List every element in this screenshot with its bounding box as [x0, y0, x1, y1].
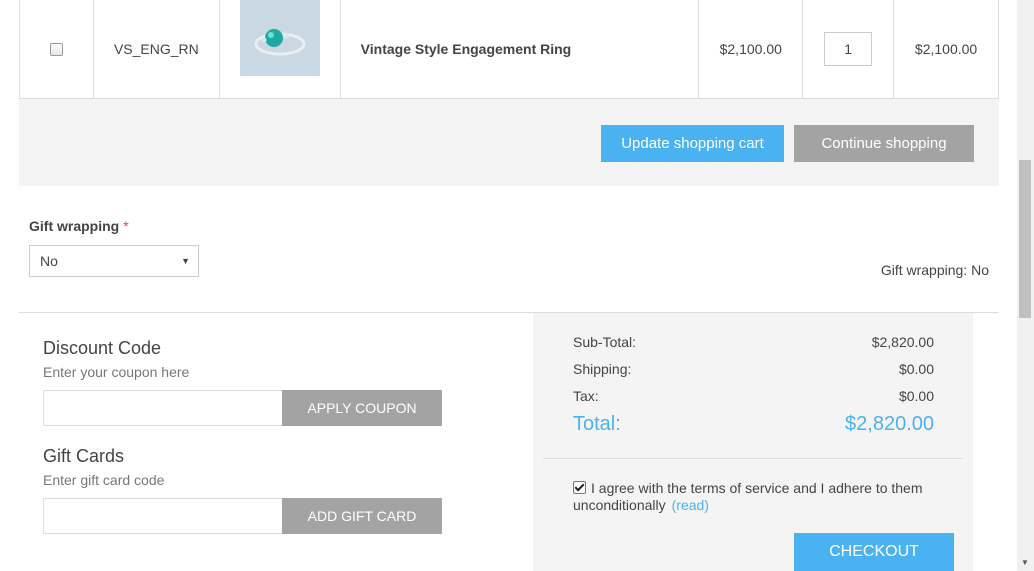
item-subtotal: $2,100.00: [914, 41, 978, 57]
shipping-row: Shipping: $0.00: [573, 361, 934, 377]
unit-price: $2,100.00: [699, 0, 804, 98]
scrollbar-thumb[interactable]: [1019, 160, 1031, 318]
tax-value: $0.00: [898, 388, 934, 404]
shipping-label: Shipping:: [573, 361, 632, 377]
gift-wrapping-label-text: Gift wrapping: [29, 218, 120, 234]
gift-wrapping-label: Gift wrapping *: [29, 218, 129, 234]
giftcard-hint: Enter gift card code: [43, 472, 165, 488]
discount-hint: Enter your coupon here: [43, 364, 190, 380]
sku-cell: VS_ENG_RN: [94, 0, 220, 98]
checkout-button[interactable]: CHECKOUT: [794, 533, 954, 571]
giftcard-title: Gift Cards: [43, 446, 125, 466]
add-giftcard-button[interactable]: ADD GIFT CARD: [282, 498, 442, 534]
terms-text: I agree with the terms of service and I …: [573, 480, 923, 513]
product-image-cell: [220, 0, 341, 98]
ring-image-icon: [239, 0, 320, 76]
totals-divider: [543, 458, 963, 459]
quantity-cell: 1: [803, 0, 895, 98]
dropdown-arrow-icon: ▼: [181, 256, 190, 266]
order-totals: Sub-Total: $2,820.00 Shipping: $0.00 Tax…: [533, 313, 973, 571]
required-mark: *: [123, 218, 129, 234]
remove-cell: [20, 0, 94, 98]
product-image[interactable]: [239, 0, 320, 76]
gift-wrapping-selected: No: [40, 253, 58, 269]
terms-read-link[interactable]: (read): [672, 497, 709, 513]
shipping-value: $0.00: [898, 361, 934, 377]
subtotal-label: Sub-Total:: [573, 334, 637, 350]
scroll-down-arrow-icon[interactable]: ▼: [1021, 558, 1029, 567]
gift-wrapping-info: Gift wrapping: No: [880, 262, 989, 278]
subtotal-value: $2,820.00: [871, 334, 934, 350]
total-label: Total:: [573, 413, 621, 435]
product-name[interactable]: Vintage Style Engagement Ring: [341, 0, 700, 98]
subtotal-row: Sub-Total: $2,820.00: [573, 334, 934, 350]
total-value: $2,820.00: [845, 413, 934, 435]
apply-coupon-button[interactable]: APPLY COUPON: [282, 390, 442, 426]
continue-shopping-button[interactable]: Continue shopping: [794, 125, 974, 162]
page-scrollbar[interactable]: ▼: [1017, 0, 1034, 571]
remove-checkbox[interactable]: [49, 42, 63, 56]
terms-of-service: I agree with the terms of service and I …: [573, 480, 943, 514]
total-row: Total: $2,820.00: [573, 413, 934, 436]
tax-row: Tax: $0.00: [573, 388, 934, 404]
cart-item-row: VS_ENG_RN Vintage Style Engagement Ring …: [19, 0, 999, 99]
terms-checkbox[interactable]: [573, 481, 586, 494]
cart-actions: Update shopping cart Continue shopping: [19, 99, 999, 186]
quantity-input[interactable]: 1: [824, 32, 873, 66]
gift-wrapping-select[interactable]: No ▼: [29, 245, 199, 277]
tax-label: Tax:: [573, 388, 599, 404]
coupon-input[interactable]: [43, 390, 283, 426]
discount-title: Discount Code: [43, 338, 162, 358]
update-cart-button[interactable]: Update shopping cart: [601, 125, 784, 162]
giftcard-input[interactable]: [43, 498, 283, 534]
